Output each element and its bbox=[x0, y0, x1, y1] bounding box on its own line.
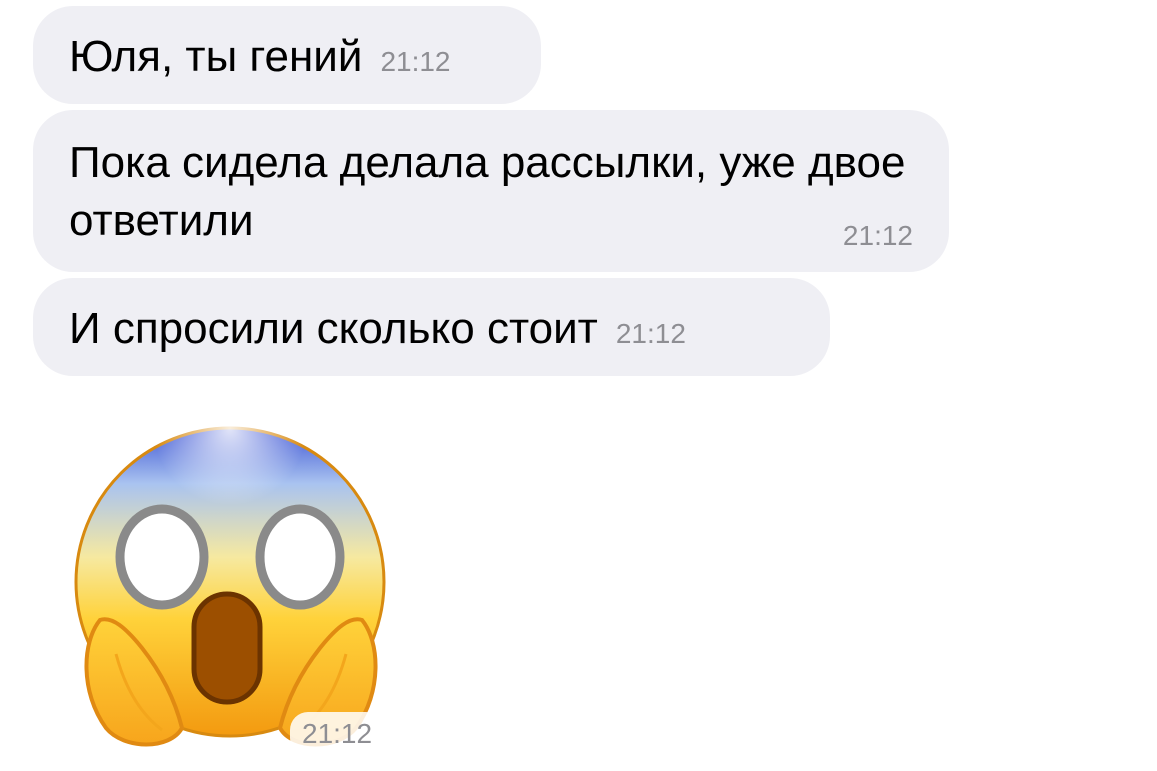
chat-thread: Юля, ты гений 21:12 Пока сидела делала ра… bbox=[0, 0, 1157, 771]
face-screaming-in-fear-icon bbox=[74, 402, 386, 747]
sticker-message[interactable] bbox=[72, 402, 392, 752]
message-text: Юля, ты гений bbox=[69, 32, 363, 81]
message-time: 21:12 bbox=[842, 220, 913, 251]
message-bubble[interactable]: Юля, ты гений 21:12 bbox=[33, 6, 541, 104]
message-bubble[interactable]: И спросили сколько стоит 21:12 bbox=[33, 278, 830, 376]
message-bubble[interactable]: Пока сидела делала рассылки, уже двое от… bbox=[33, 110, 949, 272]
message-text: Пока сидела делала рассылки, уже двое от… bbox=[69, 138, 906, 245]
message-text: И спросили сколько стоит bbox=[69, 304, 598, 353]
message-time: 21:12 bbox=[615, 318, 686, 349]
message-time: 21:12 bbox=[380, 46, 451, 77]
sticker-time: 21:12 bbox=[290, 712, 385, 756]
